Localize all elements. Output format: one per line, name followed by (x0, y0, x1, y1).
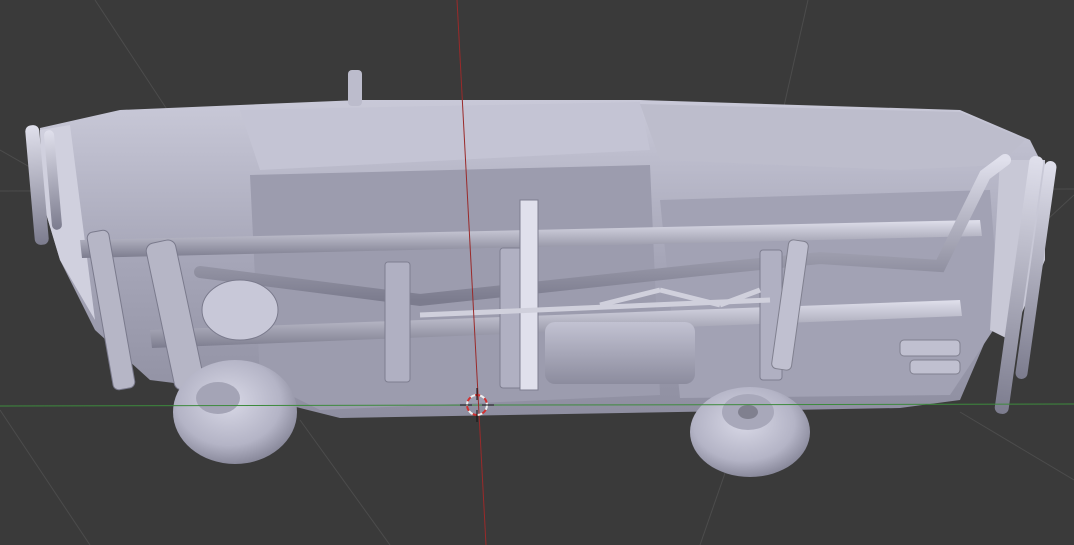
viewport-scene[interactable] (0, 0, 1074, 545)
fuel-tank (545, 322, 695, 384)
rear-wheel-near (173, 360, 297, 464)
front-wheel-near (690, 387, 810, 477)
mirror-stub (348, 70, 362, 106)
3d-viewport[interactable] (0, 0, 1074, 545)
